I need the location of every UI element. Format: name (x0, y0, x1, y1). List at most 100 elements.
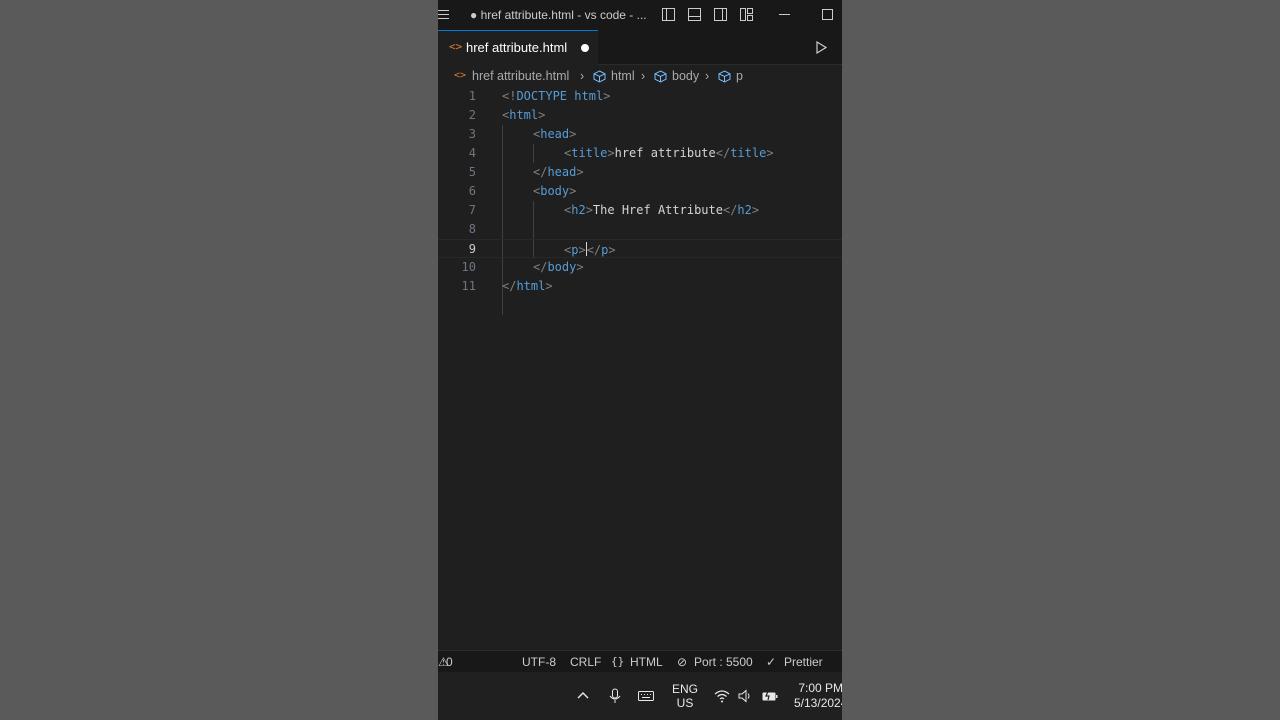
tag-bracket: > (766, 146, 774, 160)
tag-name: title (571, 146, 608, 160)
code-line[interactable]: 6 <body> (438, 182, 842, 201)
code-line[interactable]: 7 <h2>The Href Attribute</h2> (438, 201, 842, 220)
tag-bracket: > (607, 146, 615, 160)
clock-date: 5/13/2024 (794, 696, 842, 710)
tag-name: html (574, 89, 604, 103)
line-number: 4 (468, 146, 476, 160)
tag-name: body (547, 260, 577, 274)
code-line[interactable]: 1 <!DOCTYPE html> (438, 87, 842, 106)
tag-bracket: <! (502, 89, 517, 103)
tag-bracket: > (538, 108, 546, 122)
code-line[interactable]: 9 <p></p> (438, 239, 842, 258)
toggle-primary-sidebar-icon[interactable] (662, 8, 675, 21)
live-server-port[interactable]: Port : 5500 (694, 655, 753, 669)
battery-charging-icon[interactable] (762, 688, 778, 704)
tag-bracket: > (569, 127, 577, 141)
code-line[interactable]: 11 </html> (438, 277, 842, 296)
chevron-right-icon: › (705, 69, 710, 83)
code-line[interactable]: 3 <head> (438, 125, 842, 144)
element-icon (654, 70, 667, 83)
minimize-icon[interactable] (778, 8, 791, 21)
tag-bracket: > (751, 203, 760, 217)
window-title: ● href attribute.html - vs code - ... (470, 8, 647, 22)
tag-name: head (540, 127, 570, 141)
html-file-icon: <> (454, 70, 467, 81)
tag-bracket: </ (502, 279, 517, 293)
unsaved-dot-icon[interactable] (581, 44, 589, 52)
system-clock[interactable]: 7:00 PM 5/13/2024 (794, 681, 842, 711)
input-language-code: ENG (672, 682, 699, 696)
tag-name: head (547, 165, 577, 179)
clock-time: 7:00 PM (798, 681, 842, 695)
breadcrumb-item-body[interactable]: body (672, 69, 699, 83)
toggle-panel-icon[interactable] (688, 8, 701, 21)
toggle-secondary-sidebar-icon[interactable] (714, 8, 727, 21)
chevron-right-icon: › (641, 69, 646, 83)
run-icon[interactable] (815, 41, 828, 54)
code-text: <body> (533, 184, 576, 198)
vscode-window: ● href attribute.html - vs code - ... <>… (438, 0, 842, 720)
eol-status[interactable]: CRLF (570, 655, 601, 669)
customize-layout-icon[interactable] (740, 8, 753, 21)
code-line[interactable]: 4 <title>href attribute</title> (438, 144, 842, 163)
code-line[interactable]: 2 <html> (438, 106, 842, 125)
line-number: 1 (468, 89, 476, 103)
line-number: 5 (468, 165, 476, 179)
line-number: 3 (468, 127, 476, 141)
breadcrumb-item-html[interactable]: html (611, 69, 635, 83)
text-content: The Href Attribute (592, 203, 723, 217)
keyboard-icon[interactable] (638, 688, 654, 704)
tag-bracket: </ (722, 203, 738, 217)
tag-bracket: > (545, 279, 553, 293)
code-editor[interactable]: 1 <!DOCTYPE html> 2 <html> 3 <head> 4 <title>hr… (438, 87, 842, 650)
tag-bracket: > (569, 184, 577, 198)
tag-bracket: > (576, 260, 584, 274)
line-number: 9 (468, 242, 476, 256)
code-line[interactable]: 10 </body> (438, 258, 842, 277)
code-text: <p></p> (564, 242, 616, 257)
tag-name: html (509, 108, 539, 122)
code-text: <title>href attribute</title> (564, 146, 774, 160)
code-line[interactable]: 8 (438, 220, 842, 239)
line-number: 8 (468, 222, 476, 236)
tab-bar: <> href attribute.html (438, 30, 842, 65)
tag-bracket: </ (586, 243, 602, 257)
tag-name: h2 (571, 203, 586, 217)
tag-name: title (730, 146, 767, 160)
element-icon (718, 70, 731, 83)
line-number: 10 (461, 260, 476, 274)
volume-icon[interactable] (737, 688, 753, 704)
warnings-count[interactable]: 0 (446, 655, 453, 669)
code-line[interactable]: 5 </head> (438, 163, 842, 182)
windows-taskbar: ENG US 7:00 PM 5/13/2024 (438, 672, 842, 720)
no-entry-icon: ⊘ (677, 655, 688, 669)
tab-href-attribute-html[interactable]: <> href attribute.html (438, 30, 598, 65)
tag-name: h2 (737, 203, 752, 217)
wifi-icon[interactable] (714, 688, 730, 704)
line-number: 7 (468, 203, 476, 217)
prettier-status[interactable]: Prettier (784, 655, 823, 669)
tag-name: DOCTYPE (516, 89, 568, 103)
maximize-icon[interactable] (821, 8, 834, 21)
chevron-up-icon[interactable] (575, 688, 591, 704)
input-language[interactable]: ENG US (672, 682, 698, 710)
microphone-icon[interactable] (607, 688, 623, 704)
menu-icon[interactable] (438, 7, 450, 23)
tag-bracket: > (603, 89, 611, 103)
html-file-icon: <> (449, 40, 463, 53)
tag-name: body (540, 184, 570, 198)
tag-bracket: > (608, 243, 616, 257)
line-number: 11 (461, 279, 476, 293)
text-content: href attribute (614, 146, 716, 160)
encoding-status[interactable]: UTF-8 (522, 655, 556, 669)
status-bar: ⚠ 0 UTF-8 CRLF {} HTML ⊘ Port : 5500 ✓ P… (438, 650, 842, 672)
language-status[interactable]: HTML (630, 655, 663, 669)
code-text: </body> (533, 260, 584, 274)
line-number: 6 (468, 184, 476, 198)
braces-icon: {} (611, 655, 625, 668)
breadcrumb-item-p[interactable]: p (736, 69, 743, 83)
breadcrumb-file[interactable]: href attribute.html (472, 69, 569, 83)
tag-bracket: </ (533, 260, 548, 274)
tag-bracket: > (576, 165, 584, 179)
code-text: <!DOCTYPE html> (502, 89, 610, 103)
